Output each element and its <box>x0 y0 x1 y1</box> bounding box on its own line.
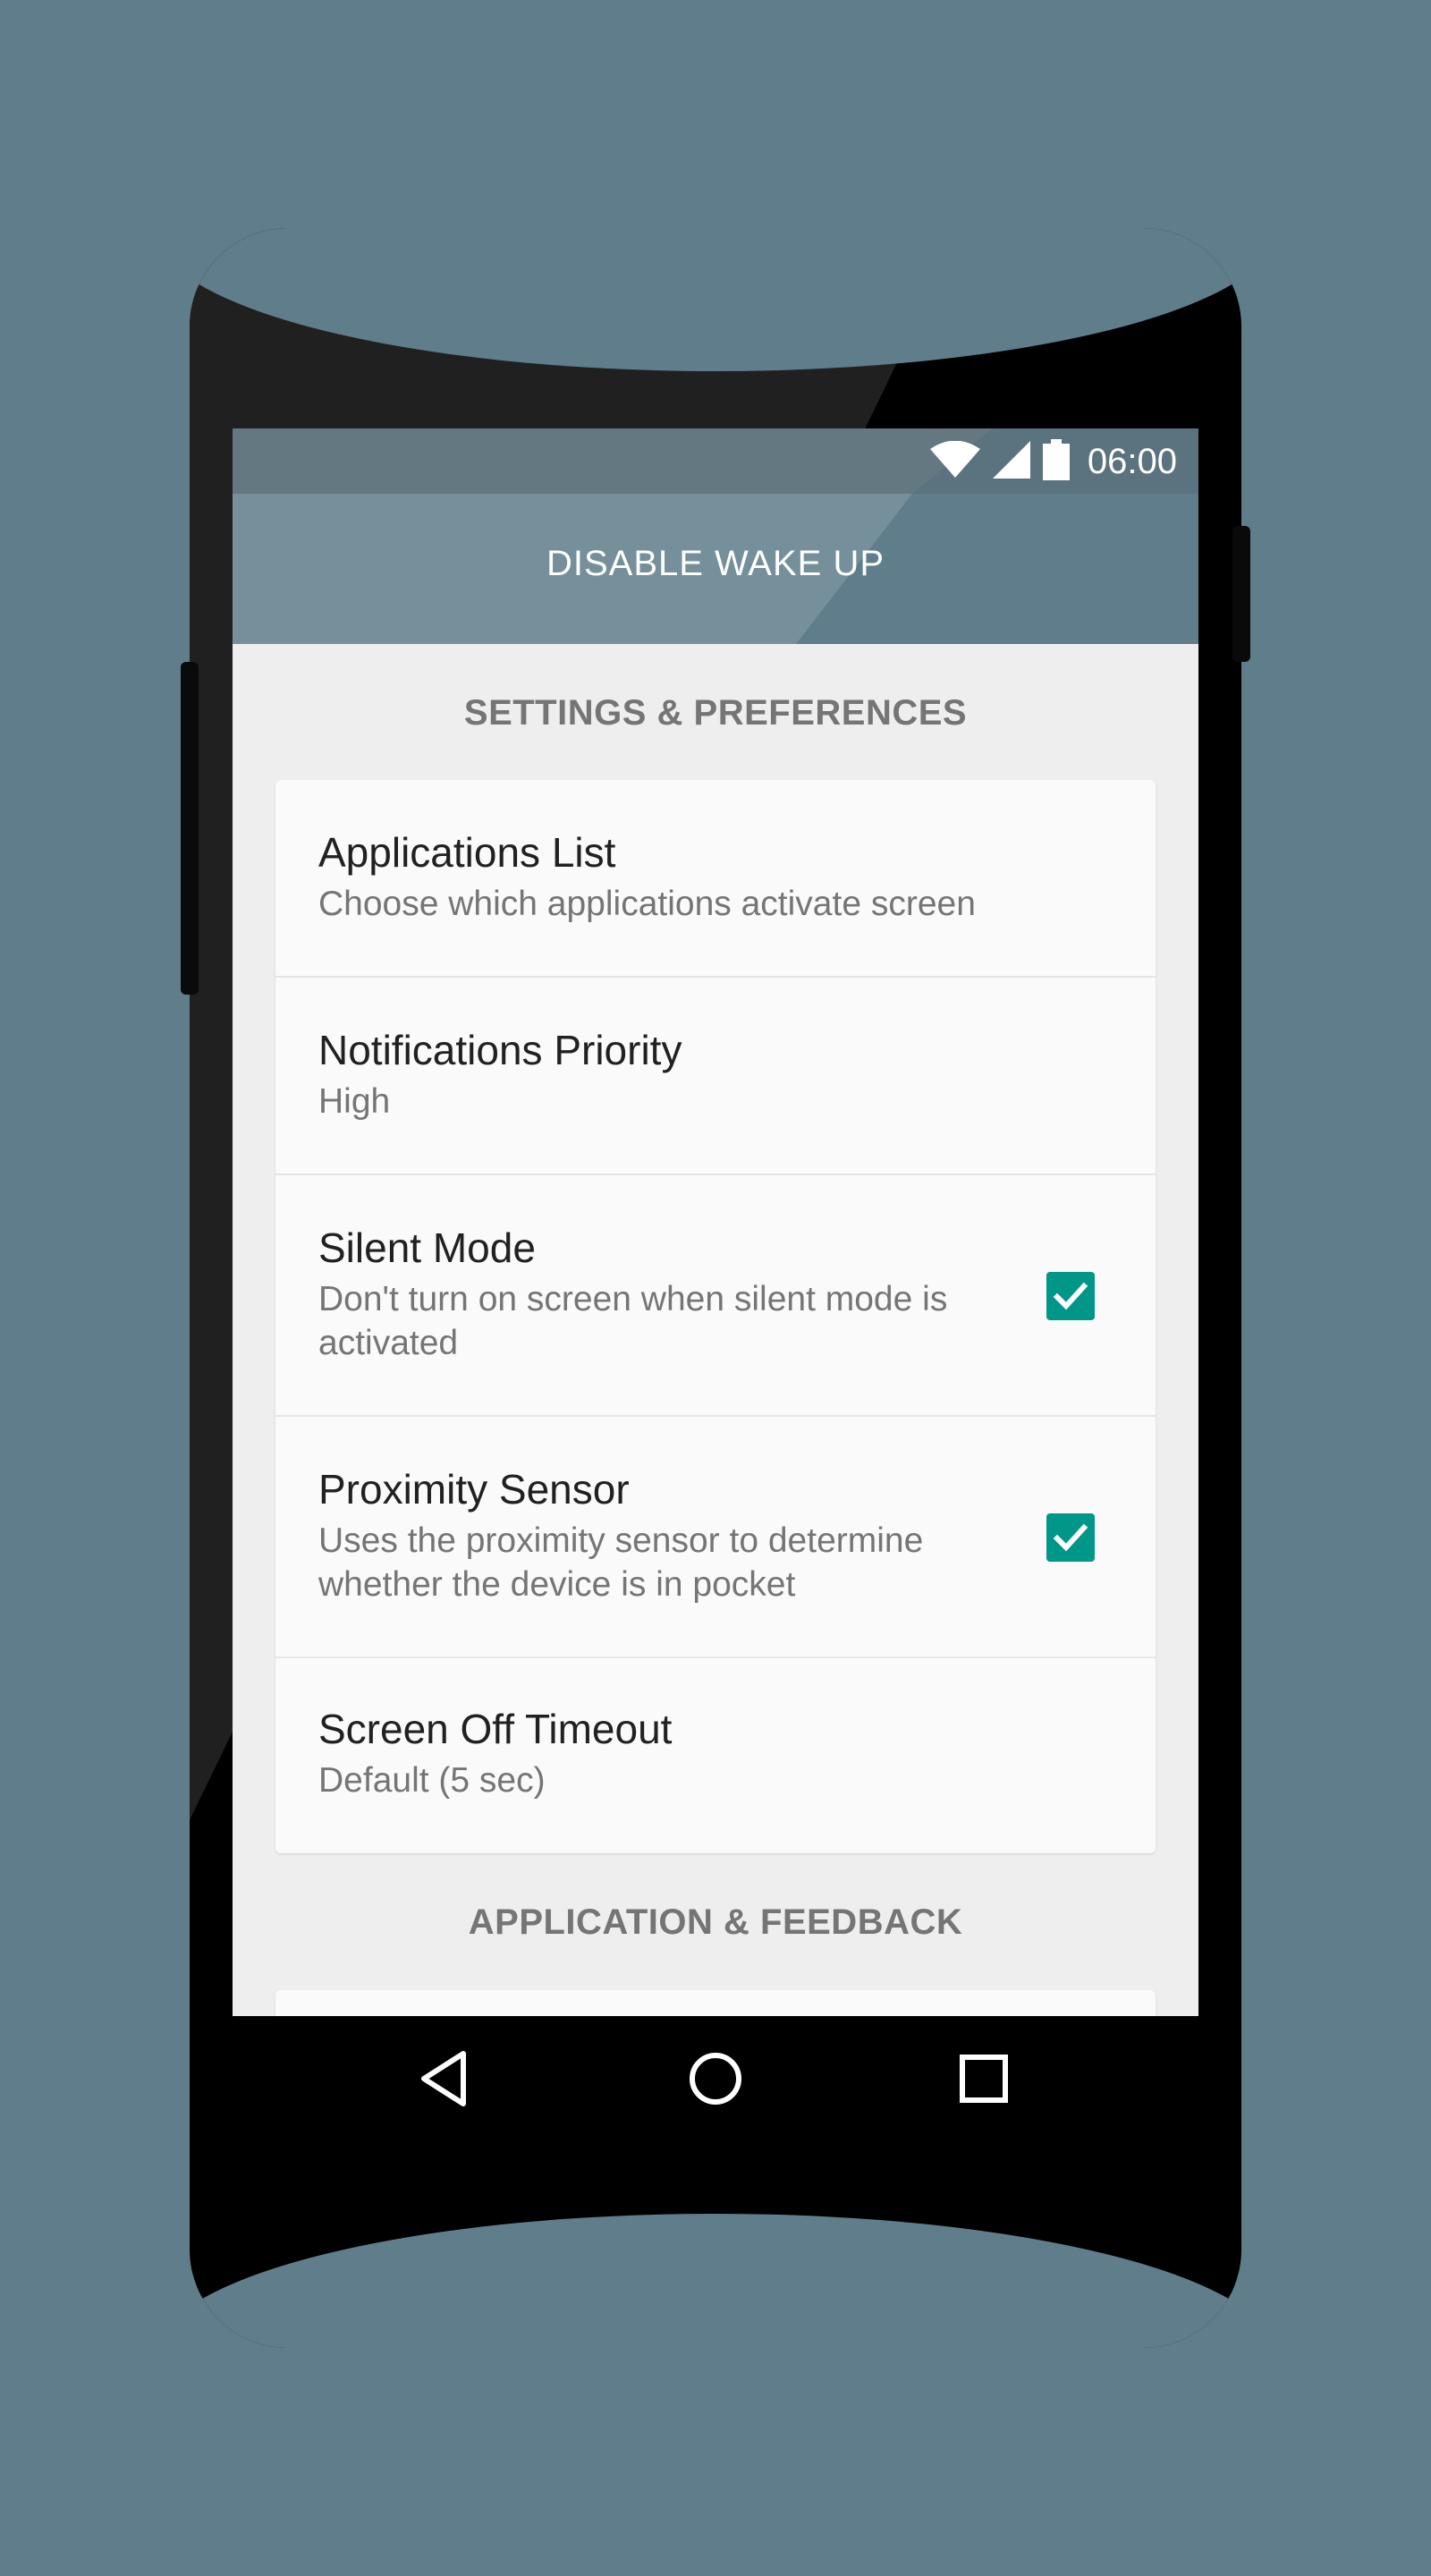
app-bar: DISABLE WAKE UP <box>233 494 1198 644</box>
pref-title: Applications List <box>318 829 616 876</box>
status-time: 06:00 <box>1087 441 1177 481</box>
pref-summary: Don't turn on screen when silent mode is… <box>318 1280 948 1362</box>
wifi-icon <box>929 440 980 483</box>
check-icon <box>1053 1523 1088 1552</box>
proximity-sensor-checkbox[interactable] <box>1046 1513 1095 1562</box>
pref-title: Screen Off Timeout <box>318 1706 673 1752</box>
pref-screen-off-timeout[interactable]: Screen Off Timeout Default (5 sec) <box>275 1658 1156 1853</box>
recents-icon[interactable] <box>948 2043 1020 2114</box>
back-icon[interactable] <box>411 2043 483 2114</box>
pref-applications-list[interactable]: Applications List Choose which applicati… <box>275 780 1156 978</box>
battery-icon <box>1042 438 1070 485</box>
pref-title: Notifications Priority <box>318 1027 682 1073</box>
pref-notifications-priority[interactable]: Notifications Priority High <box>275 978 1156 1175</box>
status-bar: 06:00 <box>233 428 1198 494</box>
phone-power-button <box>1232 526 1250 662</box>
check-icon <box>1053 1282 1088 1310</box>
feedback-card <box>275 1990 1156 2016</box>
pref-silent-mode[interactable]: Silent Mode Don't turn on screen when si… <box>275 1175 1156 1417</box>
pref-title: Silent Mode <box>318 1224 536 1271</box>
app-title: DISABLE WAKE UP <box>546 544 885 583</box>
silent-mode-checkbox[interactable] <box>1046 1272 1095 1320</box>
pref-summary: Choose which applications activate scree… <box>318 885 976 923</box>
section-header-settings: SETTINGS & PREFERENCES <box>463 693 968 733</box>
phone-volume-button <box>181 662 199 995</box>
pref-summary: Uses the proximity sensor to determine w… <box>318 1521 924 1604</box>
navigation-bar <box>233 2016 1198 2150</box>
settings-card: Applications List Choose which applicati… <box>275 780 1156 1853</box>
status-icons: 06:00 <box>929 437 1177 486</box>
phone-top-curve <box>190 228 1241 371</box>
pref-proximity-sensor[interactable]: Proximity Sensor Uses the proximity sens… <box>275 1417 1156 1658</box>
phone-screen: 06:00 DISABLE WAKE UP SETTINGS & PREFERE… <box>233 428 1198 2016</box>
pref-summary: Default (5 sec) <box>318 1761 546 1800</box>
pref-title: Proximity Sensor <box>318 1466 630 1513</box>
pref-summary: High <box>318 1082 391 1121</box>
signal-icon <box>992 440 1030 483</box>
phone-bottom-curve <box>190 2214 1241 2348</box>
home-icon[interactable] <box>680 2043 751 2114</box>
section-header-application: APPLICATION & FEEDBACK <box>468 1902 963 1942</box>
